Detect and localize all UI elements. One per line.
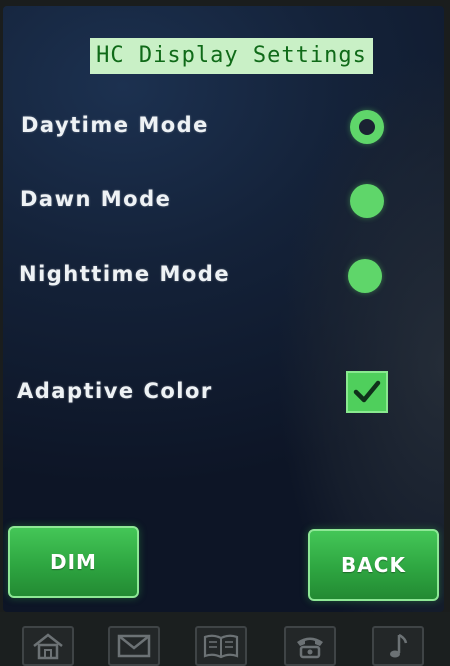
checkmark-icon [353, 380, 381, 403]
dawn-mode-label: Dawn Mode [20, 187, 172, 211]
home-icon[interactable] [22, 626, 74, 666]
nighttime-mode-label: Nighttime Mode [19, 262, 231, 286]
screen: HC Display Settings Daytime Mode Dawn Mo… [3, 6, 444, 612]
mail-icon[interactable] [108, 626, 160, 666]
dim-button[interactable]: DIM [8, 526, 139, 598]
phone-icon[interactable] [284, 626, 336, 666]
dawn-mode-radio[interactable] [350, 184, 384, 218]
adaptive-color-checkbox[interactable] [346, 371, 388, 413]
daytime-mode-radio[interactable] [350, 110, 384, 144]
nighttime-mode-radio[interactable] [348, 259, 382, 293]
radio-selected-indicator [359, 119, 375, 135]
page-title: HC Display Settings [90, 38, 373, 74]
daytime-mode-label: Daytime Mode [21, 113, 209, 137]
book-icon[interactable] [195, 626, 247, 666]
music-icon[interactable] [372, 626, 424, 666]
adaptive-color-label: Adaptive Color [17, 379, 213, 403]
bottom-dock [0, 612, 450, 666]
back-button[interactable]: BACK [308, 529, 439, 601]
device: HC Display Settings Daytime Mode Dawn Mo… [0, 0, 450, 666]
